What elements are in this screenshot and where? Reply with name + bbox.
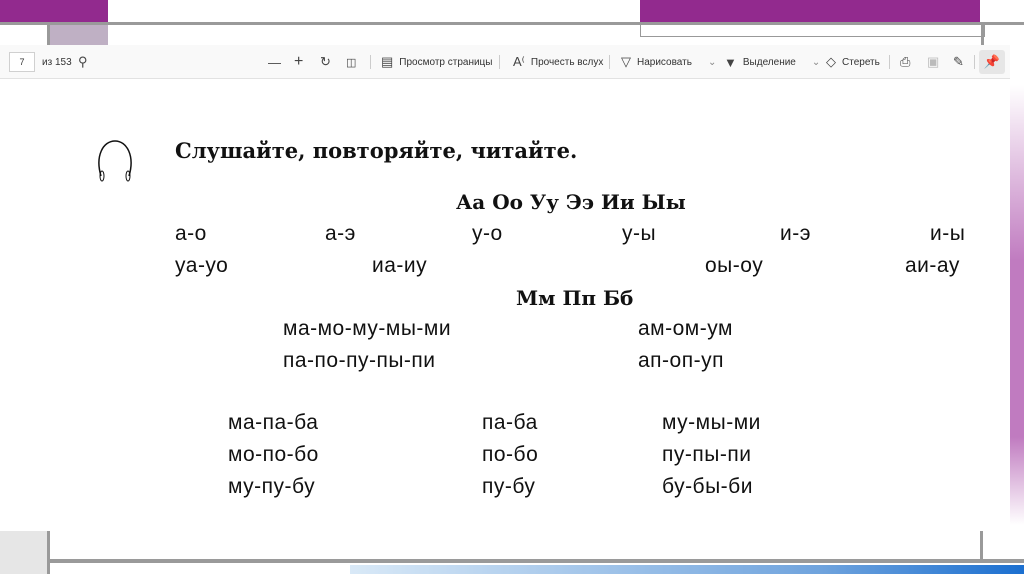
syllable: иа-иу [372,254,428,277]
syllable: пу-пы-пи [662,443,752,466]
syllable: му-пу-бу [228,475,316,498]
syllable: ма-мо-му-мы-ми [283,317,452,340]
syllable: па-по-пу-пы-пи [283,349,436,372]
slide-decor-block [0,531,47,574]
draw-label: Нарисовать [637,56,692,68]
save-as-icon[interactable]: ✎ [953,45,964,79]
highlight-label: Выделение [742,56,796,68]
erase-button[interactable]: ◇ Стереть [826,45,880,79]
syllable: а-э [325,222,356,245]
heading-consonants: Мм Пп Бб [516,286,634,310]
syllable: и-э [780,222,811,245]
slide-decor-line [981,25,984,45]
rotate-icon[interactable]: ↻ [320,45,331,79]
highlight-button[interactable]: ▼ Выделение ⌄ [724,45,820,79]
pin-toolbar-button[interactable]: 📌 [979,50,1005,74]
pdf-page: Слушайте, повторяйте, читайте. Аа Оо Уу … [8,84,1005,531]
save-icon[interactable]: ▣ [927,45,939,79]
print-icon[interactable]: ⎙ [900,45,910,79]
fit-page-icon[interactable]: ◫ [346,45,356,79]
chevron-down-icon[interactable]: ⌄ [812,57,820,68]
highlight-icon: ▼ [724,54,737,70]
syllable: мо-по-бо [228,443,319,466]
syllable: уа-уо [175,254,229,277]
page-view-button[interactable]: ▤ Просмотр страницы [381,45,492,79]
syllable: ам-ом-ум [638,317,733,340]
eraser-icon: ◇ [826,54,836,69]
syllable: у-ы [622,222,657,245]
slide-decor-gradient [350,565,1024,574]
slide-decor-block [0,0,108,22]
syllable: у-о [472,222,503,245]
syllable: па-ба [482,411,538,434]
page-view-label: Просмотр страницы [399,56,493,68]
syllable: пу-бу [482,475,536,498]
slide-decor-line [50,559,1024,563]
headphones-icon [98,140,132,182]
page-number-input[interactable]: 7 [9,52,35,72]
slide-decor-block [47,25,108,45]
syllable: оы-оу [705,254,764,277]
page-total-label: из 153 [42,56,72,68]
chevron-down-icon[interactable]: ⌄ [708,57,716,68]
syllable: бу-бы-би [662,475,753,498]
draw-icon: ▽ [621,54,631,69]
syllable: по-бо [482,443,539,466]
erase-label: Стереть [842,56,880,68]
page-total: из 153 [42,45,72,79]
exercise-title: Слушайте, повторяйте, читайте. [175,138,578,163]
syllable: ма-па-ба [228,411,319,434]
syllable: аи-ау [905,254,960,277]
slide-decor-line [980,531,983,561]
pin-icon: 📌 [983,54,1001,69]
slide-decor-block [640,0,980,22]
read-aloud-icon: A⁽ [513,54,525,69]
search-icon[interactable]: ⚲ [78,45,88,79]
syllable: ап-оп-уп [638,349,724,372]
syllable: и-ы [930,222,966,245]
pdf-toolbar: 7 из 153 ⚲ — + ↻ ◫ ▤ Просмотр страницы A⁽… [0,45,1010,79]
slide-decor-line [47,531,50,574]
read-aloud-button[interactable]: A⁽ Прочесть вслух [513,45,603,79]
zoom-out-icon[interactable]: — [268,45,281,79]
syllable: му-мы-ми [662,411,761,434]
zoom-in-icon[interactable]: + [294,45,303,79]
page-view-icon: ▤ [381,54,394,69]
read-aloud-label: Прочесть вслух [530,56,604,68]
draw-button[interactable]: ▽ Нарисовать ⌄ [621,45,716,79]
heading-vowels: Аа Оо Уу Ээ Ии Ыы [456,190,686,214]
slide-decor-frame [640,25,985,37]
syllable: а-о [175,222,207,245]
slide-decor-strip [1010,85,1024,525]
